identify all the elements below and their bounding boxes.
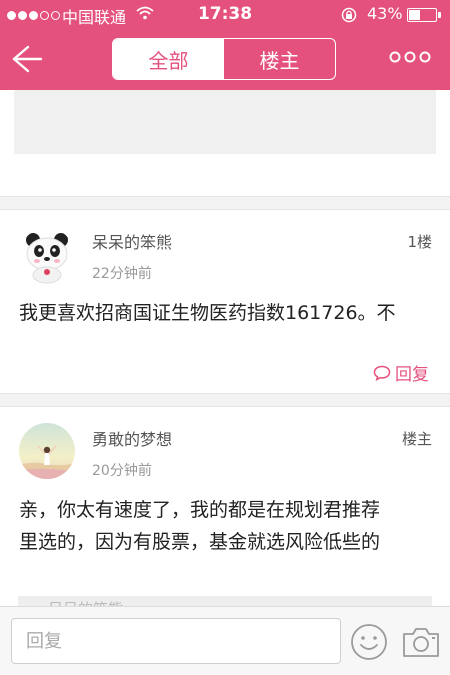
avatar[interactable] bbox=[19, 423, 75, 479]
panda-avatar-icon bbox=[19, 228, 75, 284]
post-time: 20分钟前 bbox=[92, 463, 152, 479]
smiley-icon[interactable] bbox=[350, 623, 388, 661]
section-divider bbox=[0, 393, 450, 407]
tab-all[interactable]: 全部 bbox=[113, 39, 224, 79]
post-username[interactable]: 呆呆的笨熊 bbox=[92, 229, 172, 253]
avatar[interactable] bbox=[19, 228, 75, 284]
post-content: 亲，你太有速度了，我的都是在规划君推荐 里选的，因为有股票，基金就选风险低些的 bbox=[19, 494, 380, 558]
girl-avatar-icon bbox=[19, 423, 75, 479]
status-bar: 中国联通 17:38 43% bbox=[0, 0, 450, 30]
reply-composer-bar bbox=[0, 606, 450, 675]
filter-segmented-control: 全部 楼主 bbox=[112, 38, 336, 80]
post-username[interactable]: 勇敢的梦想 bbox=[92, 426, 172, 450]
post-content: 我更喜欢招商国证生物医药指数161726。不 bbox=[19, 297, 396, 329]
battery-nub bbox=[438, 12, 441, 18]
post-content-line: 亲，你太有速度了，我的都是在规划君推荐 bbox=[19, 499, 381, 521]
reply-button-label: 回复 bbox=[395, 365, 429, 385]
previous-content-block bbox=[14, 90, 436, 154]
battery-icon bbox=[407, 8, 437, 22]
post-time: 22分钟前 bbox=[92, 266, 152, 282]
comment-bubble-icon bbox=[373, 365, 391, 381]
back-arrow-icon[interactable] bbox=[8, 40, 46, 78]
floor-number: 1楼 bbox=[407, 233, 432, 251]
more-dots-icon[interactable] bbox=[388, 50, 432, 64]
reply-button[interactable]: 回复 bbox=[373, 360, 429, 385]
author-badge: 楼主 bbox=[401, 430, 432, 448]
reply-input[interactable] bbox=[11, 618, 341, 664]
section-divider bbox=[0, 196, 450, 210]
rotation-lock-icon bbox=[341, 7, 357, 23]
camera-icon[interactable] bbox=[401, 625, 441, 659]
app-header: 中国联通 17:38 43% 全部 楼主 bbox=[0, 0, 450, 90]
post-content-line: 里选的，因为有股票，基金就选风险低些的 bbox=[19, 531, 381, 553]
post-content-line: 我更喜欢招商国证生物医药指数161726。不 bbox=[19, 302, 396, 324]
tab-author[interactable]: 楼主 bbox=[224, 39, 335, 79]
battery-percent: 43% bbox=[367, 4, 403, 23]
